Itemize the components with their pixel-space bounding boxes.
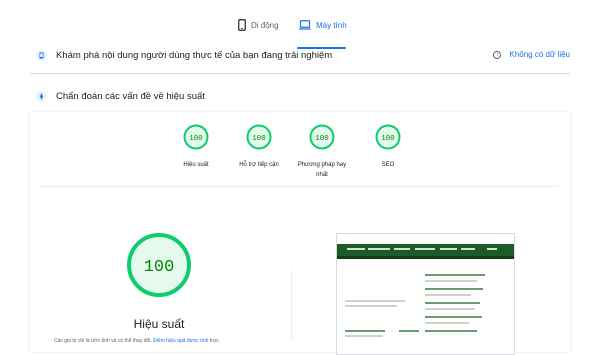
main-score-label: Hiệu suất bbox=[133, 317, 185, 331]
lighthouse-report-card: 100 Hiệu suất 100 Hỗ trợ tiếp cận 100 Ph… bbox=[30, 112, 570, 355]
main-score-gauge: 100 bbox=[127, 233, 191, 297]
score-gauge-seo[interactable]: 100 SEO bbox=[351, 124, 425, 170]
vertical-divider bbox=[291, 270, 292, 340]
phone-icon bbox=[238, 19, 246, 31]
score-value: 100 bbox=[189, 135, 203, 143]
score-ring: 100 bbox=[246, 124, 272, 150]
no-data-label: Không có dữ liệu bbox=[509, 50, 570, 59]
score-label: SEO bbox=[381, 162, 395, 168]
tab-mobile-label: Di động bbox=[251, 20, 279, 30]
field-data-section: Khám phá nội dung người dùng thực tế của… bbox=[30, 46, 570, 66]
score-value: 100 bbox=[381, 135, 395, 143]
score-note: Các giá trị chỉ là ước tính và có thể th… bbox=[54, 338, 219, 344]
main-score-value: 100 bbox=[144, 258, 175, 277]
score-ring: 100 bbox=[375, 124, 401, 150]
diagnostics-section: Chẩn đoán các vấn đề về hiệu suất bbox=[30, 87, 570, 107]
diagnostics-title: Chẩn đoán các vấn đề về hiệu suất bbox=[56, 91, 205, 102]
page-screenshot-thumbnail bbox=[336, 233, 515, 355]
score-calculation-link[interactable]: Điểm hiệu quả được tính bbox=[153, 338, 208, 344]
score-value: 100 bbox=[315, 135, 329, 143]
tab-desktop[interactable]: Máy tính bbox=[299, 14, 347, 36]
score-ring: 100 bbox=[183, 124, 209, 150]
tab-desktop-label: Máy tính bbox=[316, 20, 347, 30]
score-value: 100 bbox=[252, 135, 266, 143]
device-tabs: Di động Máy tính bbox=[0, 14, 600, 49]
score-ring: 100 bbox=[309, 124, 335, 150]
tab-mobile[interactable]: Di động bbox=[238, 14, 279, 36]
section-divider bbox=[30, 73, 570, 74]
laptop-icon bbox=[299, 20, 311, 30]
field-data-title: Khám phá nội dung người dùng thực tế của… bbox=[56, 50, 333, 61]
no-data-link[interactable]: i Không có dữ liệu bbox=[493, 50, 570, 59]
field-data-icon bbox=[36, 50, 47, 61]
score-note-suffix: trực bbox=[209, 338, 219, 344]
gauges-divider bbox=[40, 186, 558, 187]
score-note-text: Các giá trị chỉ là ước tính và có thể th… bbox=[54, 338, 152, 344]
score-gauge-best-practices[interactable]: 100 Phương pháp hay nhất bbox=[285, 124, 359, 180]
info-icon: i bbox=[493, 50, 502, 59]
score-label: Phương pháp hay nhất bbox=[297, 162, 347, 178]
diagnostics-icon bbox=[36, 91, 47, 102]
